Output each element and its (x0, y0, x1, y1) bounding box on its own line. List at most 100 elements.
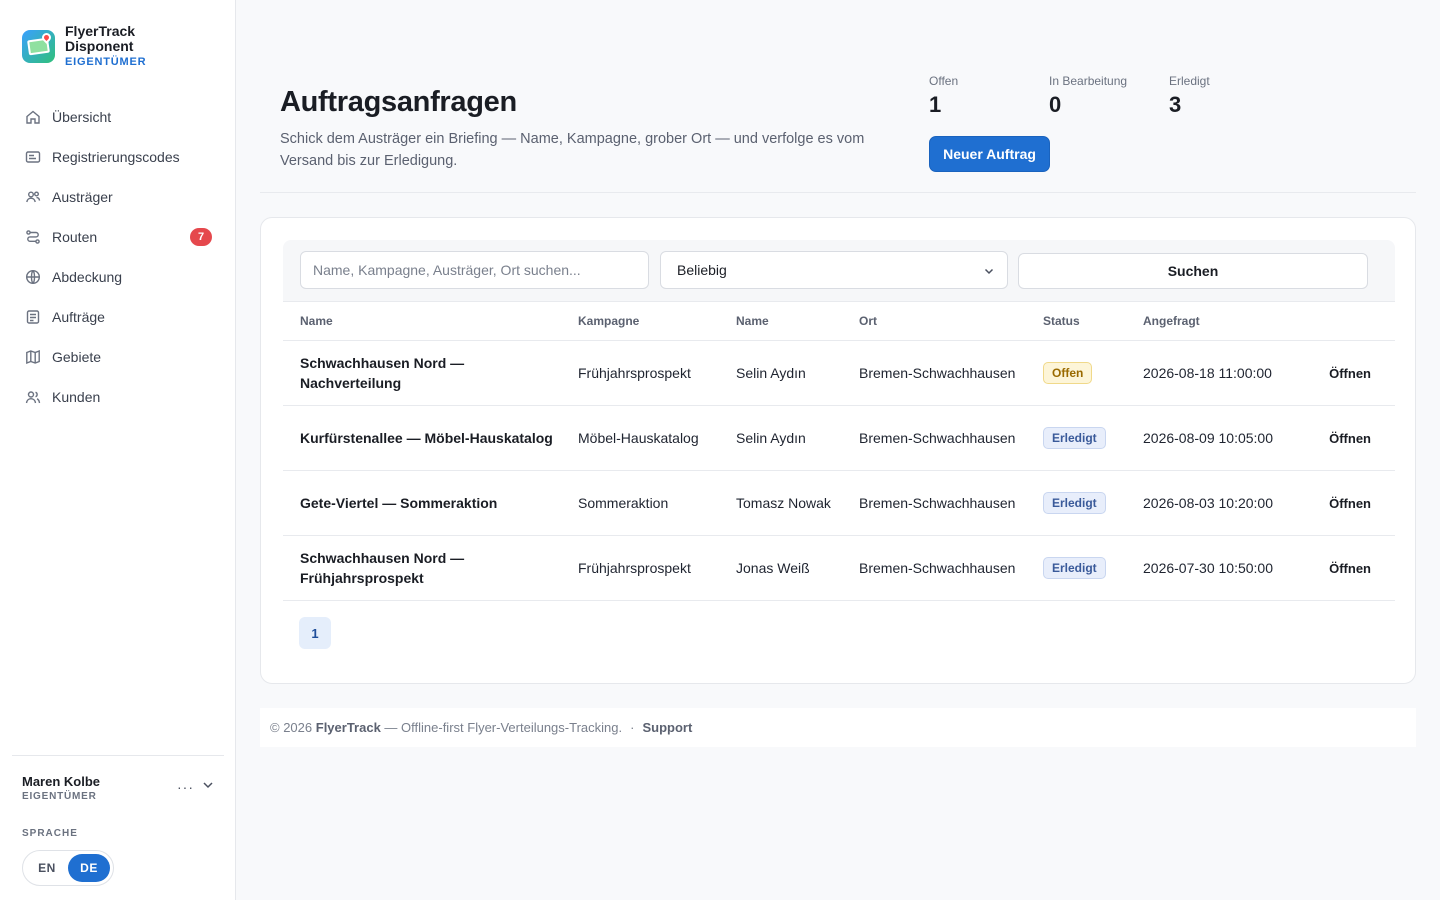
footer-tagline: — Offline-first Flyer-Verteilungs-Tracki… (384, 720, 623, 735)
column-header-status[interactable]: Status (1043, 314, 1143, 328)
order-location: Bremen-Schwachhausen (859, 560, 1016, 576)
document-icon (24, 308, 42, 326)
globe-icon (24, 268, 42, 286)
stat-value: 0 (1049, 92, 1062, 117)
table-row[interactable]: Gete-Viertel — Sommeraktion Sommeraktion… (283, 471, 1395, 536)
chevron-down-icon[interactable] (202, 778, 214, 796)
order-campaign: Frühjahrsprospekt (578, 365, 691, 381)
filter-bar: Beliebig Suchen (283, 240, 1395, 302)
sidebar-item-abdeckung[interactable]: Abdeckung (12, 257, 224, 297)
brand-product: Disponent (65, 38, 134, 54)
chevron-down-icon (983, 264, 995, 276)
sidebar-item-label: Abdeckung (52, 269, 123, 285)
support-link[interactable]: Support (642, 720, 692, 735)
order-location: Bremen-Schwachhausen (859, 430, 1016, 446)
open-order-link[interactable]: Öffnen (1293, 431, 1395, 446)
brand-name: FlyerTrack (65, 23, 136, 39)
search-input[interactable] (300, 251, 649, 289)
sidebar-nav: Übersicht Registrierungscodes Austräger … (12, 97, 224, 417)
open-order-link[interactable]: Öffnen (1293, 496, 1395, 511)
order-status-cell: Erledigt (1043, 557, 1143, 579)
new-order-button[interactable]: Neuer Auftrag (929, 136, 1050, 172)
brand-role: EIGENTÜMER (65, 56, 147, 68)
order-campaign: Sommeraktion (578, 495, 669, 511)
page-title: Auftragsanfragen (280, 86, 517, 118)
column-header-name[interactable]: Name (283, 314, 578, 328)
stat-label: In Bearbeitung (1049, 74, 1128, 88)
status-badge: Erledigt (1043, 427, 1106, 449)
sidebar-item-kunden[interactable]: Kunden (12, 377, 224, 417)
user-row: Maren Kolbe EIGENTÜMER ··· (22, 774, 214, 802)
order-person: Jonas Weiß (736, 560, 810, 576)
page-subtitle: Schick dem Austräger ein Briefing — Name… (280, 131, 865, 169)
column-header-requested[interactable]: Angefragt (1143, 314, 1293, 328)
open-order-link[interactable]: Öffnen (1293, 561, 1395, 576)
order-requested: 2026-08-09 10:05:00 (1143, 430, 1273, 446)
language-toggle: EN DE (22, 850, 114, 886)
status-badge: Offen (1043, 362, 1093, 384)
stat-value: 3 (1169, 92, 1182, 117)
sidebar-item-gebiete[interactable]: Gebiete (12, 337, 224, 377)
sidebar-item-austraeger[interactable]: Austräger (12, 177, 224, 217)
status-select-value: Beliebig (677, 262, 727, 278)
stat-offen: Offen 1 (929, 74, 1049, 118)
column-header-location[interactable]: Ort (859, 314, 1043, 328)
order-person: Selin Aydın (736, 430, 806, 446)
id-card-icon (24, 148, 42, 166)
status-badge: Erledigt (1043, 492, 1106, 514)
map-icon (24, 348, 42, 366)
footer-brand: FlyerTrack (315, 720, 381, 735)
stat-in-bearbeitung: In Bearbeitung 0 (1049, 74, 1169, 118)
order-status-cell: Erledigt (1043, 427, 1143, 449)
sidebar-item-label: Austräger (52, 189, 113, 205)
orders-table: Name Kampagne Name Ort Status Angefragt … (283, 302, 1395, 601)
stat-label: Erledigt (1169, 74, 1210, 88)
order-name: Schwachhausen Nord — Nachverteilung (300, 355, 465, 391)
open-order-link[interactable]: Öffnen (1293, 366, 1395, 381)
user-name: Maren Kolbe (22, 774, 101, 789)
order-campaign: Möbel-Hauskatalog (578, 430, 699, 446)
sidebar-item-uebersicht[interactable]: Übersicht (12, 97, 224, 137)
table-row[interactable]: Schwachhausen Nord — Nachverteilung Früh… (283, 341, 1395, 406)
orders-card: Beliebig Suchen Name Kampagne Name Ort S… (260, 217, 1416, 684)
sidebar-item-routen[interactable]: Routen 7 (12, 217, 224, 257)
pagination-page-1[interactable]: 1 (299, 617, 331, 649)
sidebar-item-label: Aufträge (52, 309, 105, 325)
search-button[interactable]: Suchen (1018, 253, 1368, 289)
order-requested: 2026-07-30 10:50:00 (1143, 560, 1273, 576)
language-option-de[interactable]: DE (68, 854, 110, 882)
order-status-cell: Erledigt (1043, 492, 1143, 514)
order-name: Kurfürstenallee — Möbel-Hauskatalog (300, 430, 553, 446)
sidebar-item-registrierungscodes[interactable]: Registrierungscodes (12, 137, 224, 177)
language-title: SPRACHE (22, 828, 78, 839)
table-row[interactable]: Kurfürstenallee — Möbel-Hauskatalog Möbe… (283, 406, 1395, 471)
brand[interactable]: FlyerTrack Disponent EIGENTÜMER (22, 24, 146, 70)
footer-copyright: © 2026 (270, 720, 313, 735)
order-location: Bremen-Schwachhausen (859, 495, 1016, 511)
users-icon (24, 188, 42, 206)
status-stats: Offen 1 In Bearbeitung 0 Erledigt 3 (929, 74, 1289, 118)
sidebar: FlyerTrack Disponent EIGENTÜMER Übersich… (0, 0, 236, 900)
table-row[interactable]: Schwachhausen Nord — Frühjahrsprospekt F… (283, 536, 1395, 601)
status-badge: Erledigt (1043, 557, 1106, 579)
route-icon (24, 228, 42, 246)
stat-label: Offen (929, 74, 959, 88)
sidebar-item-label: Gebiete (52, 349, 102, 365)
stat-value: 1 (929, 92, 942, 117)
order-person: Selin Aydın (736, 365, 806, 381)
more-options-icon[interactable]: ··· (177, 780, 194, 794)
order-status-cell: Offen (1043, 362, 1143, 384)
stat-erledigt: Erledigt 3 (1169, 74, 1289, 118)
table-header: Name Kampagne Name Ort Status Angefragt (283, 302, 1395, 341)
column-header-person[interactable]: Name (736, 314, 859, 328)
sidebar-item-label: Registrierungscodes (52, 149, 180, 165)
column-header-campaign[interactable]: Kampagne (578, 314, 736, 328)
page-footer: © 2026 FlyerTrack — Offline-first Flyer-… (260, 708, 1416, 747)
sidebar-item-auftraege[interactable]: Aufträge (12, 297, 224, 337)
order-location: Bremen-Schwachhausen (859, 365, 1016, 381)
sidebar-item-label: Übersicht (52, 109, 112, 125)
order-requested: 2026-08-18 11:00:00 (1143, 365, 1272, 381)
sidebar-item-label: Kunden (52, 389, 101, 405)
status-select[interactable]: Beliebig (660, 251, 1008, 289)
language-option-en[interactable]: EN (26, 854, 68, 882)
